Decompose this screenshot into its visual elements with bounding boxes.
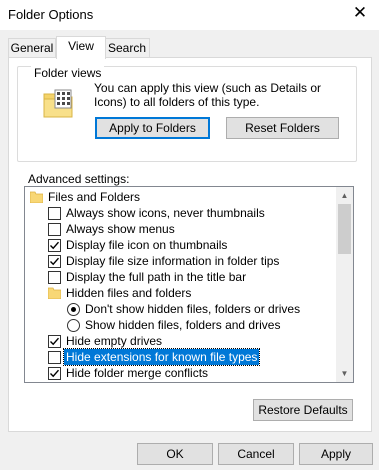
- check-mark-icon: [50, 337, 60, 346]
- apply-to-folders-button[interactable]: Apply to Folders: [95, 117, 210, 139]
- window-title: Folder Options: [8, 7, 94, 22]
- restore-defaults-button[interactable]: Restore Defaults: [253, 399, 353, 421]
- check-mark-icon: [50, 241, 60, 250]
- title-bar: Folder Options ✕: [0, 0, 379, 30]
- advanced-settings-label: Advanced settings:: [28, 172, 130, 186]
- tab-view[interactable]: View: [56, 36, 106, 59]
- checkbox-checked[interactable]: [48, 255, 61, 268]
- scroll-thumb[interactable]: [338, 204, 351, 254]
- tree-item-label: Show hidden files, folders and drives: [85, 318, 281, 332]
- checkbox[interactable]: [48, 223, 61, 236]
- reset-folders-button[interactable]: Reset Folders: [226, 117, 339, 139]
- checkbox[interactable]: [48, 351, 61, 364]
- tree-group-hidden-files: Hidden files and folders: [25, 285, 335, 301]
- checkbox[interactable]: [48, 271, 61, 284]
- tab-search[interactable]: Search: [104, 38, 150, 58]
- checkbox-checked[interactable]: [48, 367, 61, 380]
- cancel-button[interactable]: Cancel: [218, 443, 294, 465]
- folder-icon: [30, 191, 43, 203]
- radio[interactable]: [67, 319, 80, 332]
- tree-item-label: Always show menus: [66, 222, 175, 236]
- vertical-scrollbar[interactable]: ▲ ▼: [336, 187, 353, 382]
- tree-item-display-file-size[interactable]: Display file size information in folder …: [25, 253, 335, 269]
- checkbox-checked[interactable]: [48, 335, 61, 348]
- tree-item-label: Don't show hidden files, folders or driv…: [85, 302, 301, 316]
- tree-item-label: Display the full path in the title bar: [66, 270, 247, 284]
- tree-item-always-show-menus[interactable]: Always show menus: [25, 221, 335, 237]
- check-mark-icon: [50, 369, 60, 378]
- ok-button[interactable]: OK: [137, 443, 213, 465]
- tree-item-always-show-icons[interactable]: Always show icons, never thumbnails: [25, 205, 335, 221]
- tab-general[interactable]: General: [8, 38, 56, 58]
- tree-item-label: Hide folder merge conflicts: [66, 366, 209, 380]
- tree-item-label: Files and Folders: [48, 190, 141, 204]
- apply-button[interactable]: Apply: [299, 443, 373, 465]
- tree-item-show-hidden[interactable]: Show hidden files, folders and drives: [25, 317, 335, 333]
- check-mark-icon: [50, 257, 60, 266]
- scroll-down-icon[interactable]: ▼: [336, 365, 353, 382]
- tree-item-label: Display file icon on thumbnails: [66, 238, 228, 252]
- folder-icon: [48, 287, 61, 299]
- tree-item-display-file-icon[interactable]: Display file icon on thumbnails: [25, 237, 335, 253]
- tree-item-label: Always show icons, never thumbnails: [66, 206, 265, 220]
- radio-selected[interactable]: [67, 303, 80, 316]
- close-icon[interactable]: ✕: [351, 2, 369, 24]
- folder-views-description: You can apply this view (such as Details…: [94, 81, 322, 109]
- tree-item-label-selected: Hide extensions for known file types: [62, 348, 261, 366]
- folder-views-caption: Folder views: [31, 66, 105, 80]
- scroll-up-icon[interactable]: ▲: [336, 187, 353, 204]
- tree-item-label: Hidden files and folders: [66, 286, 192, 300]
- tree-item-label: Hide empty drives: [66, 334, 163, 348]
- checkbox[interactable]: [48, 207, 61, 220]
- tree-item-display-full-path[interactable]: Display the full path in the title bar: [25, 269, 335, 285]
- tree-item-label: Display file size information in folder …: [66, 254, 280, 268]
- tree-item-hide-extensions[interactable]: Hide extensions for known file types: [25, 348, 335, 366]
- checkbox-checked[interactable]: [48, 239, 61, 252]
- tree-group-files-and-folders: Files and Folders: [25, 189, 335, 205]
- folder-grid-icon: [43, 89, 73, 118]
- advanced-settings-tree[interactable]: Files and Folders Always show icons, nev…: [24, 186, 354, 383]
- tree-item-hide-empty-drives[interactable]: Hide empty drives: [25, 333, 335, 349]
- tree-item-hide-merge-conflicts[interactable]: Hide folder merge conflicts: [25, 365, 335, 381]
- tree-item-dont-show-hidden[interactable]: Don't show hidden files, folders or driv…: [25, 301, 335, 317]
